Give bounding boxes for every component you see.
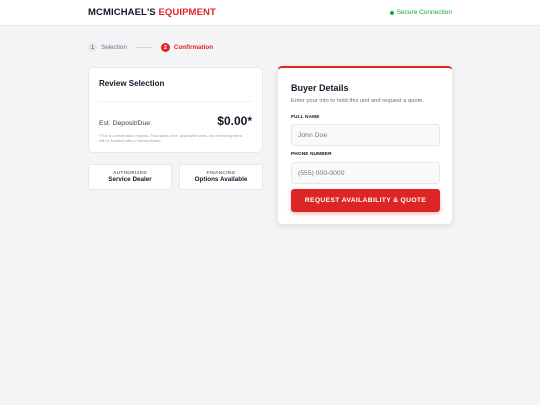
buyer-details-card: Buyer Details Enter your info to hold th… bbox=[277, 66, 453, 225]
badge-title: Service Dealer bbox=[108, 176, 152, 183]
review-selection-card: Review Selection Est. Deposit/Due: $0.00… bbox=[88, 67, 263, 153]
step-selection[interactable]: 1 Selection bbox=[88, 43, 127, 52]
badge-title: Options Available bbox=[194, 176, 248, 183]
buyer-title: Buyer Details bbox=[291, 83, 349, 93]
brand-logo[interactable]: MCMICHAEL'S EQUIPMENT bbox=[88, 7, 216, 18]
request-quote-button[interactable]: REQUEST AVAILABILITY & QUOTE bbox=[291, 189, 440, 212]
disclaimer-text: *This is a reservation request. Final sa… bbox=[99, 134, 243, 143]
brand-accent: EQUIPMENT bbox=[158, 7, 216, 18]
top-header: MCMICHAEL'S EQUIPMENT Secure Connection bbox=[0, 0, 540, 26]
progress-steps: 1 Selection 2 Confirmation bbox=[88, 43, 213, 52]
brand-name: MCMICHAEL'S bbox=[88, 7, 156, 18]
full-name-label: FULL NAME bbox=[291, 115, 320, 120]
secure-dot-icon bbox=[389, 10, 394, 15]
buyer-subtitle: Enter your info to hold this unit and re… bbox=[291, 98, 425, 104]
step-number: 1 bbox=[88, 43, 97, 52]
authorized-dealer-badge: AUTHORIZED Service Dealer bbox=[88, 164, 172, 190]
deposit-value: $0.00* bbox=[217, 114, 252, 128]
financing-badge: FINANCING Options Available bbox=[179, 164, 263, 190]
secure-connection-indicator: Secure Connection bbox=[389, 9, 452, 16]
full-name-input[interactable] bbox=[291, 124, 440, 146]
secure-label: Secure Connection bbox=[396, 9, 452, 16]
badge-caption: AUTHORIZED bbox=[112, 170, 148, 175]
divider bbox=[99, 101, 252, 102]
step-confirmation: 2 Confirmation bbox=[160, 43, 214, 52]
step-label: Confirmation bbox=[173, 44, 214, 51]
deposit-label: Est. Deposit/Due: bbox=[99, 120, 152, 127]
step-connector bbox=[135, 47, 152, 48]
badge-caption: FINANCING bbox=[206, 170, 236, 175]
phone-number-label: PHONE NUMBER bbox=[291, 152, 332, 157]
phone-number-input[interactable] bbox=[291, 162, 440, 184]
deposit-row: Est. Deposit/Due: $0.00* bbox=[99, 114, 252, 128]
review-title: Review Selection bbox=[99, 79, 165, 88]
step-label: Selection bbox=[101, 44, 127, 51]
step-number: 2 bbox=[160, 43, 170, 52]
